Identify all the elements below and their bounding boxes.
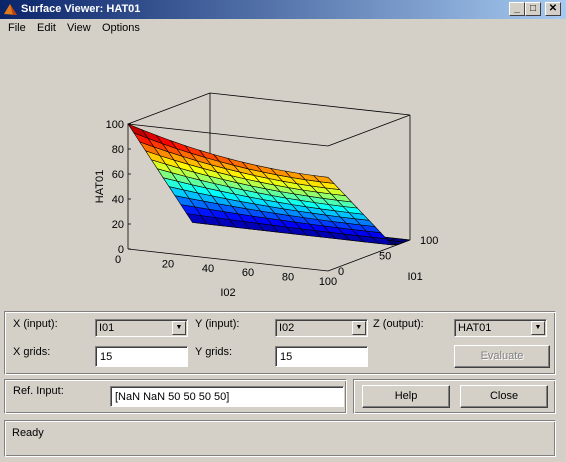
x-grids-label: X grids: bbox=[13, 346, 51, 358]
x-input-label: X (input): bbox=[13, 318, 58, 330]
x-tick-label: 40 bbox=[202, 263, 214, 275]
x-input-select[interactable]: I01 ▼ bbox=[95, 319, 188, 337]
surface-plot-svg: 0204060801000 20 40 60 80 100050100HAT01I02I0… bbox=[94, 92, 438, 299]
matlab-logo-icon bbox=[4, 4, 17, 15]
z-tick-label: 100 bbox=[106, 119, 124, 131]
y-tick-label: 50 bbox=[379, 251, 391, 263]
y-axis-label: I01 bbox=[407, 271, 422, 283]
title-bar[interactable]: Surface Viewer: HAT01 _ □ ✕ bbox=[0, 0, 566, 19]
ref-input-field[interactable]: [NaN NaN 50 50 50 50] bbox=[110, 386, 344, 407]
status-text: Ready bbox=[12, 427, 44, 439]
z-output-label: Z (output): bbox=[373, 318, 424, 330]
close-button[interactable]: Close bbox=[460, 385, 548, 408]
y-grids-label: Y grids: bbox=[195, 346, 233, 358]
surface-viewer-window: Surface Viewer: HAT01 _ □ ✕ File Edit Vi… bbox=[0, 0, 566, 462]
z-tick-label: 20 bbox=[112, 219, 124, 231]
z-tick-label: 40 bbox=[112, 194, 124, 206]
ref-input-label: Ref. Input: bbox=[13, 385, 64, 397]
x-tick-label: 100 bbox=[319, 276, 337, 288]
status-panel: Ready bbox=[4, 420, 556, 457]
axis-box-edge bbox=[209, 92, 411, 116]
menu-view[interactable]: View bbox=[67, 22, 91, 34]
help-button[interactable]: Help bbox=[362, 385, 450, 408]
x-tick-label: 60 bbox=[242, 267, 254, 279]
menu-bar: File Edit View Options bbox=[0, 19, 566, 38]
chevron-down-icon: ▼ bbox=[531, 321, 545, 335]
z-tick-label: 60 bbox=[112, 169, 124, 181]
axis-box-edge bbox=[327, 114, 411, 147]
x-grids-input[interactable]: 15 bbox=[95, 346, 188, 367]
axis-box-edge bbox=[127, 92, 211, 125]
ref-input-panel: Ref. Input: [NaN NaN 50 50 50 50] bbox=[4, 379, 347, 414]
x-tick-label: 0 bbox=[115, 254, 121, 266]
close-window-button[interactable]: ✕ bbox=[545, 2, 561, 16]
z-output-value: HAT01 bbox=[458, 322, 492, 334]
y-tick-label: 0 bbox=[338, 266, 344, 278]
x-axis-label: I02 bbox=[220, 287, 235, 299]
chevron-down-icon: ▼ bbox=[352, 321, 366, 335]
z-tick-label: 80 bbox=[112, 144, 124, 156]
y-input-label: Y (input): bbox=[195, 318, 240, 330]
menu-file[interactable]: File bbox=[8, 22, 26, 34]
y-input-value: I02 bbox=[279, 322, 295, 334]
surface-plot[interactable]: 0 20 40 60 80 100 0 20 40 60 80 100 0 50 100 HAT01 I02 I0… bbox=[0, 38, 566, 304]
y-tick-label: 100 bbox=[420, 235, 438, 247]
z-axis-label: HAT01 bbox=[94, 170, 106, 203]
minimize-button[interactable]: _ bbox=[509, 2, 525, 16]
y-input-select[interactable]: I02 ▼ bbox=[275, 319, 368, 337]
z-output-select[interactable]: HAT01 ▼ bbox=[454, 319, 547, 337]
x-tick-label: 80 bbox=[282, 272, 294, 284]
chevron-down-icon: ▼ bbox=[172, 321, 186, 335]
x-input-value: I01 bbox=[99, 322, 115, 334]
window-title: Surface Viewer: HAT01 bbox=[21, 3, 141, 15]
evaluate-button[interactable]: Evaluate bbox=[454, 345, 550, 368]
input-output-panel: X (input): I01 ▼ Y (input): I02 ▼ Z (out… bbox=[4, 311, 556, 375]
menu-edit[interactable]: Edit bbox=[37, 22, 56, 34]
maximize-button[interactable]: □ bbox=[525, 2, 541, 16]
menu-options[interactable]: Options bbox=[102, 22, 140, 34]
x-tick-label: 20 bbox=[162, 258, 174, 270]
action-buttons-panel: Help Close bbox=[353, 379, 556, 414]
axis-line bbox=[127, 248, 329, 272]
y-grids-input[interactable]: 15 bbox=[275, 346, 368, 367]
